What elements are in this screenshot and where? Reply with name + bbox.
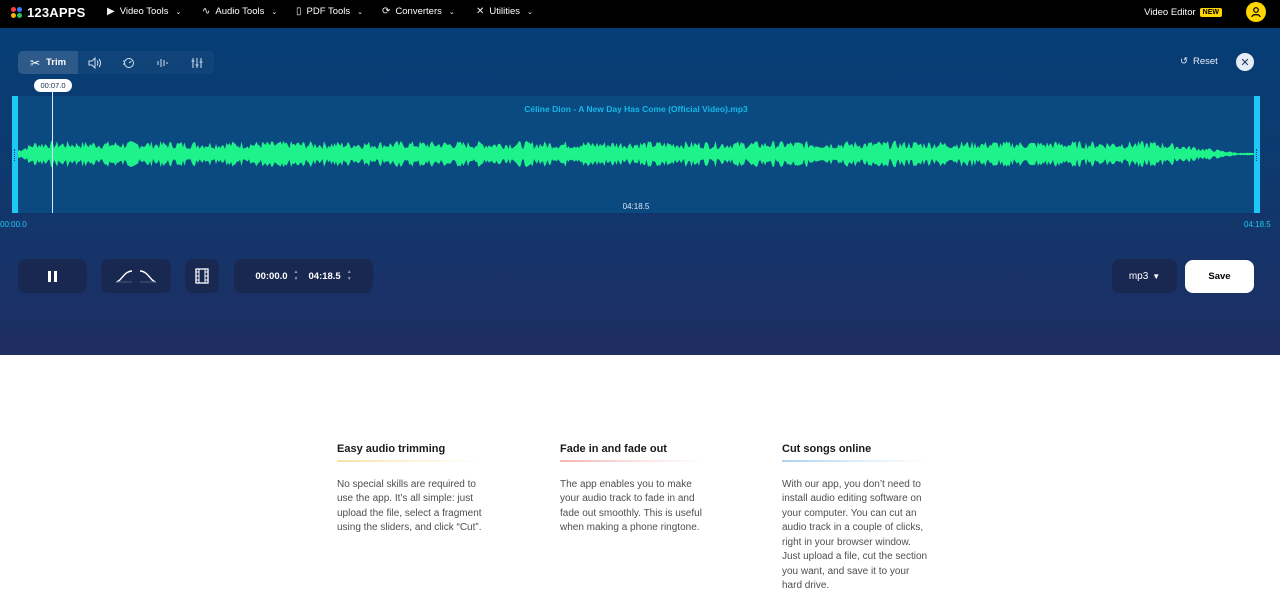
caret-down-icon: ▼ [1152,271,1161,281]
nav-audio-tools[interactable]: ∿ Audio Tools ⌄ [202,6,277,17]
convert-icon: ⟳ [382,6,391,17]
chevron-down-icon: ⌄ [271,8,278,16]
timeline-start: 00:00.0 [0,220,27,229]
close-icon: ✕ [1240,56,1250,69]
chevron-down-icon: ⌄ [357,8,364,16]
time-range: 00:00.0 ▲ ▼ 04:18.5 ▲ ▼ [234,259,373,293]
tool-tabs: ✂ Trim [18,51,214,74]
nav-label: Video Tools [119,6,169,17]
sliders-icon [191,57,203,68]
reset-button[interactable]: ↺ Reset [1180,56,1218,67]
nav-label: Audio Tools [215,6,265,17]
stepper-icon[interactable]: ▲ ▼ [347,269,352,283]
user-icon [1251,7,1261,18]
selection-duration: 04:18.5 [622,202,650,211]
video-icon: ▶ [107,6,115,17]
nav-label: Utilities [489,6,521,17]
pause-icon [48,270,57,282]
tools-icon: ✕ [476,6,485,17]
film-cut-button[interactable] [185,259,219,293]
new-badge: NEW [1199,8,1222,17]
playhead-time: 00:07.0 [34,79,72,92]
tab-speed[interactable] [112,51,146,74]
logo[interactable]: 123APPS [11,5,86,20]
tab-settings[interactable] [180,51,214,74]
fade-in-icon[interactable] [115,269,133,283]
start-time-value: 00:00.0 [255,270,288,282]
video-editor-link[interactable]: Video Editor NEW [1144,7,1222,18]
file-name: Céline Dion - A New Day Has Come (Offici… [524,104,748,114]
info-title: Fade in and fade out [560,443,667,455]
format-value: mp3 [1128,270,1149,282]
tab-equalizer[interactable] [146,51,180,74]
audio-editor: ✂ Trim ↺ Reset ✕ Céline Dion - A New Day… [0,28,1280,355]
film-icon [195,268,209,284]
timeline-end: 04:18.5 [1244,220,1271,229]
nav-pdf-tools[interactable]: ▯ PDF Tools ⌄ [296,6,363,17]
user-avatar[interactable] [1246,2,1266,22]
nav-label: Converters [395,6,442,17]
grip-icon [1256,149,1258,161]
info-underline [560,460,706,462]
top-nav: 123APPS ▶ Video Tools ⌄ ∿ Audio Tools ⌄ … [0,0,1280,28]
info-text: With our app, you don’t need to install … [782,478,928,592]
waveform-shape [18,140,1256,168]
start-time-field[interactable]: 00:00.0 ▲ ▼ [255,269,298,283]
info-text: No special skills are required to use th… [337,478,482,534]
stepper-icon[interactable]: ▲ ▼ [294,269,299,283]
playhead[interactable] [52,86,53,213]
waveform-icon: ∿ [202,6,211,17]
info-underline [337,460,483,462]
logo-dots-icon [11,7,22,18]
grip-icon [14,149,16,161]
info-title: Cut songs online [782,443,872,455]
undo-icon: ↺ [1180,56,1188,67]
info-title: Easy audio trimming [337,443,446,455]
end-time-field[interactable]: 04:18.5 ▲ ▼ [309,269,352,283]
scissors-icon: ✂ [29,55,40,70]
speed-icon [123,57,134,68]
save-button[interactable]: Save [1185,260,1254,293]
logo-text: 123APPS [27,5,86,20]
info-underline [782,460,928,462]
chevron-down-icon: ⌄ [448,8,455,16]
waveform-icon [157,58,168,67]
chevron-down-icon: ⌄ [175,8,182,16]
tab-trim-label: Trim [46,57,67,68]
info-easy-trimming: Easy audio trimming No special skills ar… [337,443,487,536]
end-time-value: 04:18.5 [308,270,341,282]
tab-volume[interactable] [78,51,112,74]
close-button[interactable]: ✕ [1236,53,1254,71]
video-editor-label: Video Editor [1144,7,1196,18]
tab-trim[interactable]: ✂ Trim [18,51,78,74]
format-select[interactable]: mp3 ▼ [1112,259,1177,293]
info-cut-songs: Cut songs online With our app, you don’t… [782,443,932,594]
fade-controls [101,259,171,293]
nav-utilities[interactable]: ✕ Utilities ⌄ [476,6,533,17]
info-fade: Fade in and fade out The app enables you… [560,443,710,536]
volume-icon [88,56,101,69]
pause-button[interactable] [18,259,87,293]
chevron-down-icon: ⌄ [527,8,533,16]
nav-video-tools[interactable]: ▶ Video Tools ⌄ [107,6,181,17]
nav-label: PDF Tools [306,6,351,17]
reset-label: Reset [1192,56,1218,67]
nav-converters[interactable]: ⟳ Converters ⌄ [382,6,455,17]
fade-out-icon[interactable] [139,269,157,283]
info-text: The app enables you to make your audio t… [560,478,702,534]
document-icon: ▯ [296,6,302,17]
